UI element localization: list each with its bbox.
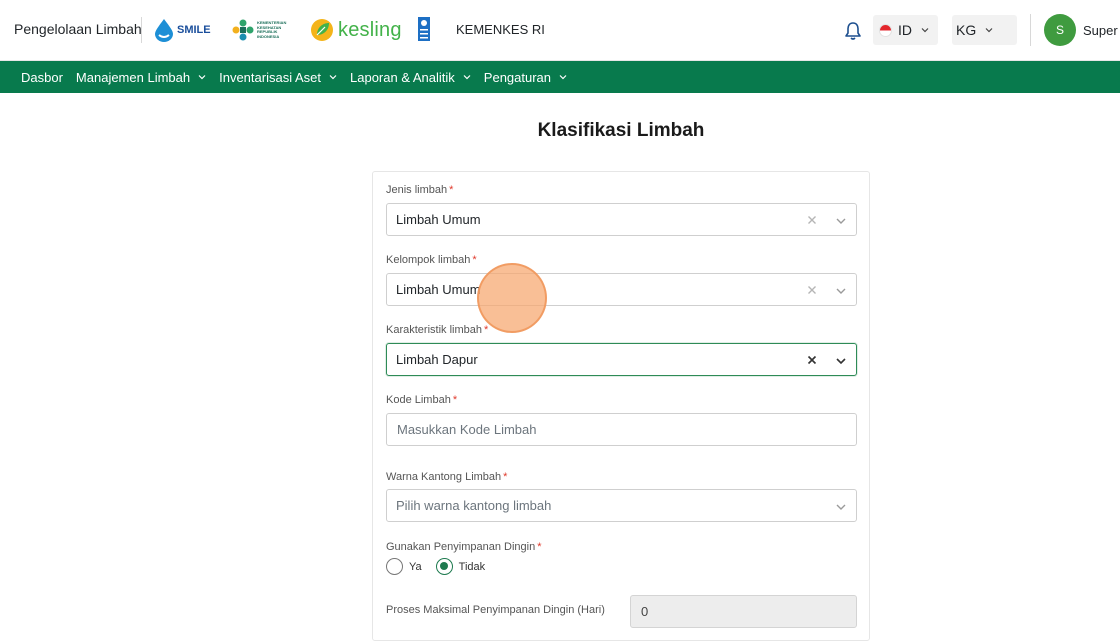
chevron-down-icon [198, 75, 206, 80]
chevron-down-icon [985, 28, 993, 33]
field-label-text: Kode Limbah [386, 394, 451, 406]
jenis-limbah-select[interactable]: Limbah Umum [386, 203, 857, 236]
nav-item-label: Pengaturan [483, 69, 552, 85]
chevron-down-icon [836, 218, 846, 224]
selected-value: Limbah Umum [396, 282, 481, 297]
undp-logo [418, 17, 430, 46]
nav-item-dasbor[interactable]: Dasbor [21, 70, 63, 85]
clear-icon[interactable] [805, 213, 819, 227]
required-marker: * [449, 184, 454, 196]
clear-icon[interactable] [805, 283, 819, 297]
required-marker: * [472, 254, 477, 266]
unit-select[interactable]: KG [952, 15, 1017, 45]
selected-value: Limbah Dapur [396, 352, 478, 367]
chevron-down-icon [559, 75, 567, 80]
selected-value: Limbah Umum [396, 212, 481, 227]
proses-maksimal-value: 0 [630, 595, 857, 628]
radio-tidak[interactable] [435, 558, 453, 575]
penyimpanan-dingin-label: Gunakan Penyimpanan Dingin * [386, 541, 542, 553]
field-label-text: Jenis limbah [386, 184, 448, 196]
page-title: Klasifikasi Limbah [537, 120, 705, 141]
clear-icon[interactable] [805, 353, 819, 367]
unit-value: KG [956, 22, 977, 38]
header-divider [1030, 14, 1031, 46]
indonesia-flag-icon [879, 23, 892, 37]
field-label-text: Karakteristik limbah [386, 324, 482, 336]
chevron-down-icon [836, 358, 846, 365]
proses-maksimal-label: Proses Maksimal Penyimpanan Dingin (Hari… [386, 604, 605, 616]
language-value: ID [898, 22, 912, 38]
chevron-down-icon [463, 75, 471, 80]
kesling-logo: kesling [310, 16, 402, 44]
user-name: Super A [1083, 22, 1120, 38]
radio-ya[interactable] [386, 558, 403, 575]
select-placeholder: Pilih warna kantong limbah [396, 498, 552, 513]
chevron-down-icon [836, 288, 846, 294]
kemenkes-emblem-icon [232, 19, 254, 41]
header-divider [141, 17, 142, 43]
notification-bell-icon[interactable] [844, 21, 862, 41]
chevron-down-icon [921, 28, 929, 33]
kesling-logo-text: kesling [338, 18, 402, 41]
smile-drop-icon [155, 19, 173, 42]
user-menu[interactable]: S Super A [1044, 14, 1120, 46]
smile-logo-text: SMILE [177, 23, 211, 36]
required-marker: * [537, 541, 542, 553]
kemenkes-logo-text: KEMENTERIAN KESEHATAN REPUBLIK INDONESIA [257, 20, 287, 39]
smile-logo: SMILE [154, 17, 211, 43]
kode-limbah-input[interactable] [386, 413, 857, 446]
jenis-limbah-label: Jenis limbah * [386, 184, 453, 196]
required-marker: * [452, 394, 458, 406]
field-label-text: Warna Kantong Limbah [386, 471, 502, 483]
nav-item-label: Laporan & Analitik [350, 69, 455, 85]
organization-name: KEMENKES RI [456, 22, 545, 37]
nav-item-label: Manajemen Limbah [75, 69, 191, 85]
chevron-down-icon [836, 504, 846, 510]
required-marker: * [503, 471, 508, 483]
nav-item-pengaturan[interactable]: Pengaturan [484, 70, 567, 85]
nav-item-laporan-analitik[interactable]: Laporan & Analitik [350, 70, 471, 85]
karakteristik-limbah-select[interactable]: Limbah Dapur [386, 343, 857, 376]
classification-form: Jenis limbah * Limbah Umum Kelompok limba… [372, 171, 870, 641]
kelompok-limbah-label: Kelompok limbah * [386, 254, 477, 266]
undp-emblem-icon [418, 17, 430, 41]
field-label-text: Gunakan Penyimpanan Dingin [386, 541, 536, 553]
warna-kantong-select[interactable]: Pilih warna kantong limbah [386, 489, 857, 522]
nav-item-manajemen-limbah[interactable]: Manajemen Limbah [76, 70, 206, 85]
nav-item-label: Inventarisasi Aset [219, 69, 321, 85]
radio-ya-label[interactable]: Ya [409, 561, 422, 573]
avatar: S [1044, 14, 1076, 46]
top-header: Pengelolaan Limbah SMILE KEMENTERIAN KES… [0, 0, 1120, 61]
penyimpanan-dingin-radio-group: Ya Tidak [386, 558, 499, 575]
nav-item-inventarisasi-aset[interactable]: Inventarisasi Aset [219, 70, 337, 85]
karakteristik-limbah-label: Karakteristik limbah * [386, 324, 488, 336]
required-marker: * [483, 324, 489, 336]
warna-kantong-label: Warna Kantong Limbah * [386, 471, 507, 483]
language-select[interactable]: ID [873, 15, 938, 45]
main-nav: Dasbor Manajemen Limbah Inventarisasi As… [0, 61, 1120, 93]
field-label-text: Kelompok limbah [386, 254, 471, 266]
app-title[interactable]: Pengelolaan Limbah [14, 21, 142, 37]
kelompok-limbah-select[interactable]: Limbah Umum [386, 273, 857, 306]
kesling-leaf-icon [311, 19, 333, 41]
nav-item-label: Dasbor [21, 69, 63, 85]
kode-limbah-label: Kode Limbah * [386, 394, 457, 406]
radio-tidak-label[interactable]: Tidak [459, 561, 486, 573]
chevron-down-icon [329, 75, 337, 80]
kemenkes-logo: KEMENTERIAN KESEHATAN REPUBLIK INDONESIA [232, 17, 289, 43]
